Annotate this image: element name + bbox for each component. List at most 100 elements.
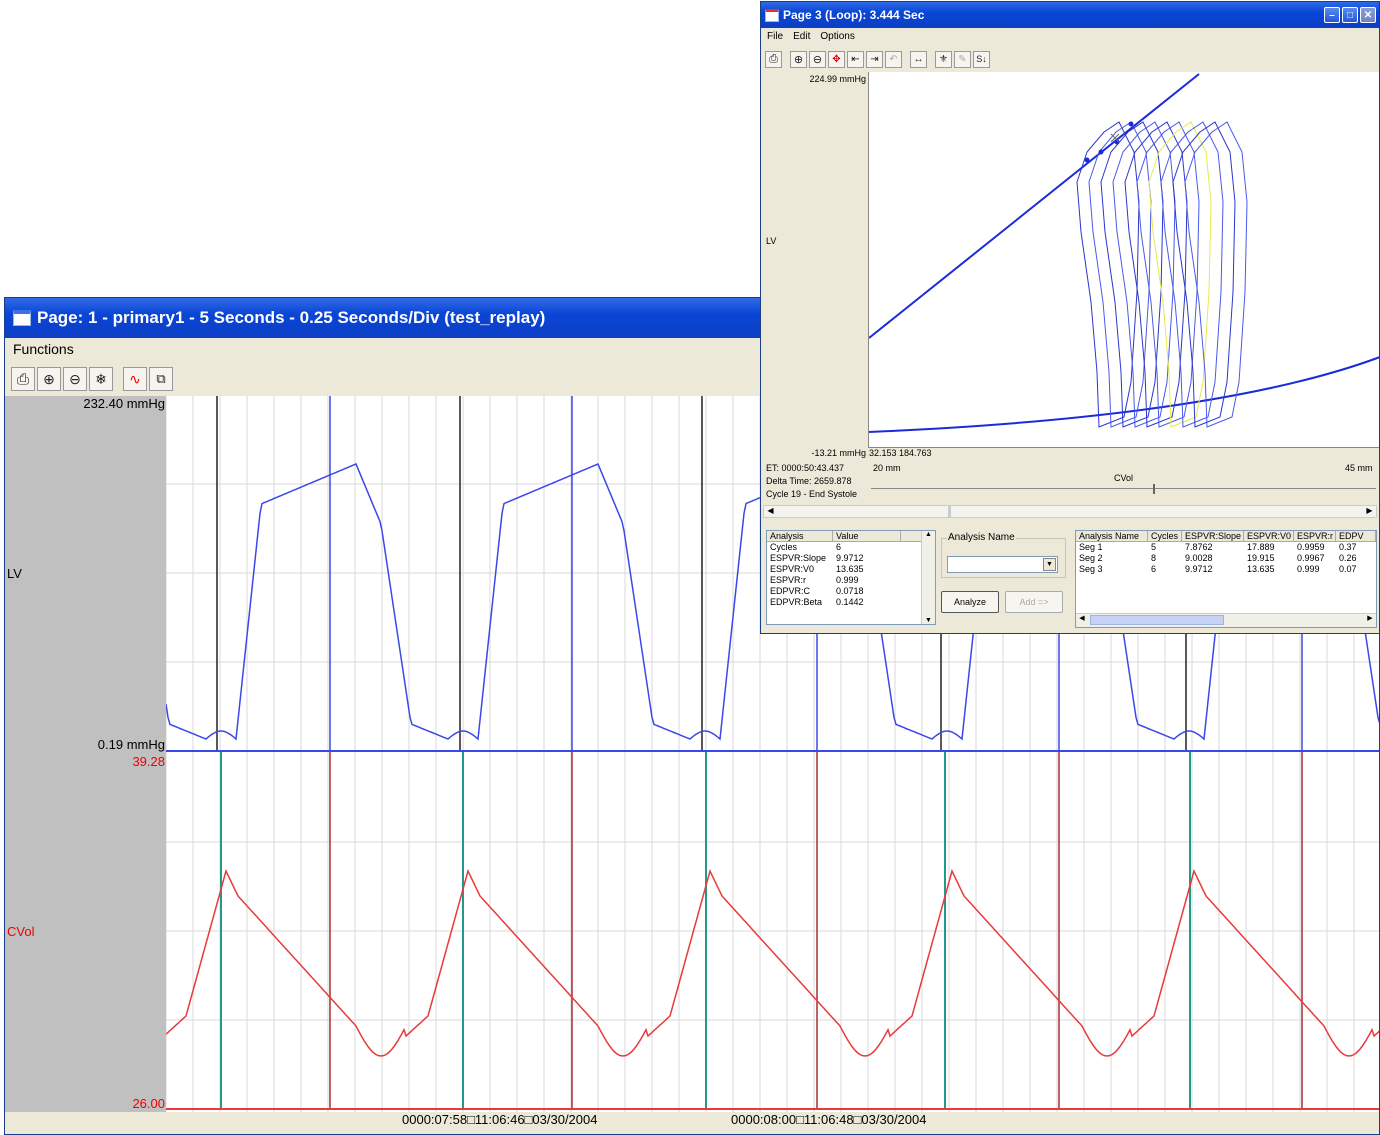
header-espvr-v0[interactable]: ESPVR:V0 <box>1244 531 1294 541</box>
cvol-top-label: 39.28 <box>132 754 165 769</box>
loop-save-icon[interactable]: S↓ <box>973 50 990 68</box>
results-table-row[interactable]: Seg 3 6 9.9712 13.635 0.999 0.07 <box>1076 564 1376 575</box>
cvol-channel-name[interactable]: CVol <box>7 924 34 939</box>
header-analysis[interactable]: Analysis <box>767 531 833 541</box>
analysis-name-select[interactable]: ▼ <box>947 556 1058 573</box>
lv-channel-name[interactable]: LV <box>7 566 22 581</box>
header-espvr-slope[interactable]: ESPVR:Slope <box>1182 531 1244 541</box>
loop-y-label: LV <box>766 236 777 246</box>
results-table-cell: Seg 1 <box>1079 542 1103 552</box>
copy-icon[interactable]: ⧉ <box>149 367 173 391</box>
results-table-cell: 6 <box>1151 564 1157 574</box>
analysis-table-cell: 6 <box>836 542 842 552</box>
loop-step-forward-icon[interactable]: ⇥ <box>866 50 883 68</box>
results-table-cell: 0.9967 <box>1297 553 1325 563</box>
loop-slider-thumb[interactable] <box>1153 484 1155 494</box>
results-table-rows: Seg 1 5 7.8762 17.889 0.9959 0.37 Seg 2 8 9.0028… <box>1076 542 1376 575</box>
zoom-in-icon[interactable]: ⊕ <box>37 367 61 391</box>
loop-plot <box>868 72 1379 448</box>
results-table-cell: 9.0028 <box>1185 553 1213 563</box>
loop-undo-icon[interactable]: ↶ <box>885 50 902 68</box>
print-icon[interactable]: ⎙ <box>11 367 35 391</box>
analysis-table-row[interactable]: EDPVR:Beta 0.1442 <box>767 597 935 608</box>
header-analysis-name[interactable]: Analysis Name <box>1076 531 1148 541</box>
pv-loop <box>1160 121 1224 428</box>
loop-fit-icon[interactable]: ✥ <box>828 50 845 68</box>
page-icon <box>13 310 31 326</box>
menu-functions[interactable]: Functions <box>13 341 74 357</box>
loop-slider-track[interactable] <box>871 488 1376 489</box>
results-table-cell: 8 <box>1151 553 1157 563</box>
waveform-icon[interactable]: ∿ <box>123 367 147 391</box>
hscroll-right-icon[interactable]: ▶ <box>1364 614 1376 622</box>
analysis-table-cell: Cycles <box>770 542 798 552</box>
loop-readout: 32.153 184.763 <box>869 448 932 458</box>
espvr-line <box>869 73 1200 339</box>
loop-print-icon[interactable]: ⎙ <box>765 50 782 68</box>
results-table-cell: 0.999 <box>1297 564 1320 574</box>
loop-zoom-out-icon[interactable]: ⊖ <box>809 50 826 68</box>
scroll-right-icon[interactable]: ▶ <box>1363 506 1376 517</box>
loop-scrollbar[interactable]: ◀ ▶ <box>763 505 1377 518</box>
loop-x-label: CVol <box>1114 473 1134 483</box>
maximize-button[interactable]: □ <box>1342 7 1358 23</box>
lv-bottom-label: 0.19 mmHg <box>97 737 165 752</box>
results-hscroll[interactable]: ◀ ▶ <box>1076 613 1376 627</box>
loop-pen-icon[interactable]: ✎ <box>954 50 971 68</box>
vscroll-down-icon[interactable]: ▼ <box>922 617 935 624</box>
edpvr-curve <box>869 356 1379 433</box>
snowflake-icon[interactable]: ❄ <box>89 367 113 391</box>
menu-options[interactable]: Options <box>820 31 854 42</box>
header-cycles[interactable]: Cycles <box>1148 531 1182 541</box>
select-arrow-icon[interactable]: ▼ <box>1043 558 1056 571</box>
analysis-name-label: Analysis Name <box>947 532 1016 543</box>
loop-titlebar[interactable]: Page 3 (Loop): 3.444 Sec – □ ✕ <box>761 2 1379 28</box>
results-table-row[interactable]: Seg 2 8 9.0028 19.915 0.9967 0.26 <box>1076 553 1376 564</box>
lv-top-label: 232.40 mmHg <box>83 396 165 411</box>
loop-zoom-in-icon[interactable]: ⊕ <box>790 50 807 68</box>
analysis-table-cell: ESPVR:V0 <box>770 564 815 574</box>
analysis-table-cell: 9.9712 <box>836 553 864 563</box>
header-edpv[interactable]: EDPV <box>1336 531 1376 541</box>
loop-menubar: File Edit Options <box>761 28 1379 45</box>
main-window-title: Page: 1 - primary1 - 5 Seconds - 0.25 Se… <box>37 308 546 327</box>
loop-step-back-icon[interactable]: ⇤ <box>847 50 864 68</box>
zoom-out-icon[interactable]: ⊖ <box>63 367 87 391</box>
loop-marker-icon[interactable]: ⚜ <box>935 50 952 68</box>
analyze-button[interactable]: Analyze <box>941 591 999 613</box>
loop-y-bottom: -13.21 mmHg <box>811 448 866 458</box>
loop-fit-width-icon[interactable]: ↔ <box>910 50 927 68</box>
analysis-table-row[interactable]: EDPVR:C 0.0718 <box>767 586 935 597</box>
header-value[interactable]: Value <box>833 531 901 541</box>
hscroll-left-icon[interactable]: ◀ <box>1076 614 1088 622</box>
menu-file[interactable]: File <box>767 31 783 42</box>
analysis-table-cell: ESPVR:r <box>770 575 807 585</box>
results-table-cell: 0.37 <box>1339 542 1357 552</box>
vscroll-up-icon[interactable]: ▲ <box>922 531 935 538</box>
results-table-cell: 5 <box>1151 542 1157 552</box>
end-systole-point <box>1098 149 1104 155</box>
analysis-table-row[interactable]: ESPVR:r 0.999 <box>767 575 935 586</box>
results-table-cell: 17.889 <box>1247 542 1275 552</box>
header-espvr-r[interactable]: ESPVR:r <box>1294 531 1336 541</box>
loop-axis-panel <box>761 72 868 458</box>
results-table-cell: 7.8762 <box>1185 542 1213 552</box>
analysis-table-row[interactable]: ESPVR:Slope 9.9712 <box>767 553 935 564</box>
scroll-left-icon[interactable]: ◀ <box>764 506 777 517</box>
add-button[interactable]: Add => <box>1005 591 1063 613</box>
results-table-row[interactable]: Seg 1 5 7.8762 17.889 0.9959 0.37 <box>1076 542 1376 553</box>
minimize-button[interactable]: – <box>1324 7 1340 23</box>
menu-edit[interactable]: Edit <box>793 31 810 42</box>
analysis-table-cell: 0.0718 <box>836 586 864 596</box>
loop-page-icon <box>765 8 779 22</box>
loop-x-max: 45 mm <box>1345 463 1373 473</box>
pv-loop <box>1172 121 1236 428</box>
results-table-header: Analysis Name Cycles ESPVR:Slope ESPVR:V… <box>1076 531 1376 542</box>
loop-info-cycle: Cycle 19 - End Systole <box>766 489 858 499</box>
analysis-table-row[interactable]: ESPVR:V0 13.635 <box>767 564 935 575</box>
close-button[interactable]: ✕ <box>1360 7 1376 23</box>
analysis-vscroll[interactable]: ▲ ▼ <box>921 531 935 624</box>
hscroll-thumb[interactable] <box>1090 615 1224 625</box>
analysis-table-row[interactable]: Cycles 6 <box>767 542 935 553</box>
scroll-thumb[interactable] <box>948 506 951 517</box>
